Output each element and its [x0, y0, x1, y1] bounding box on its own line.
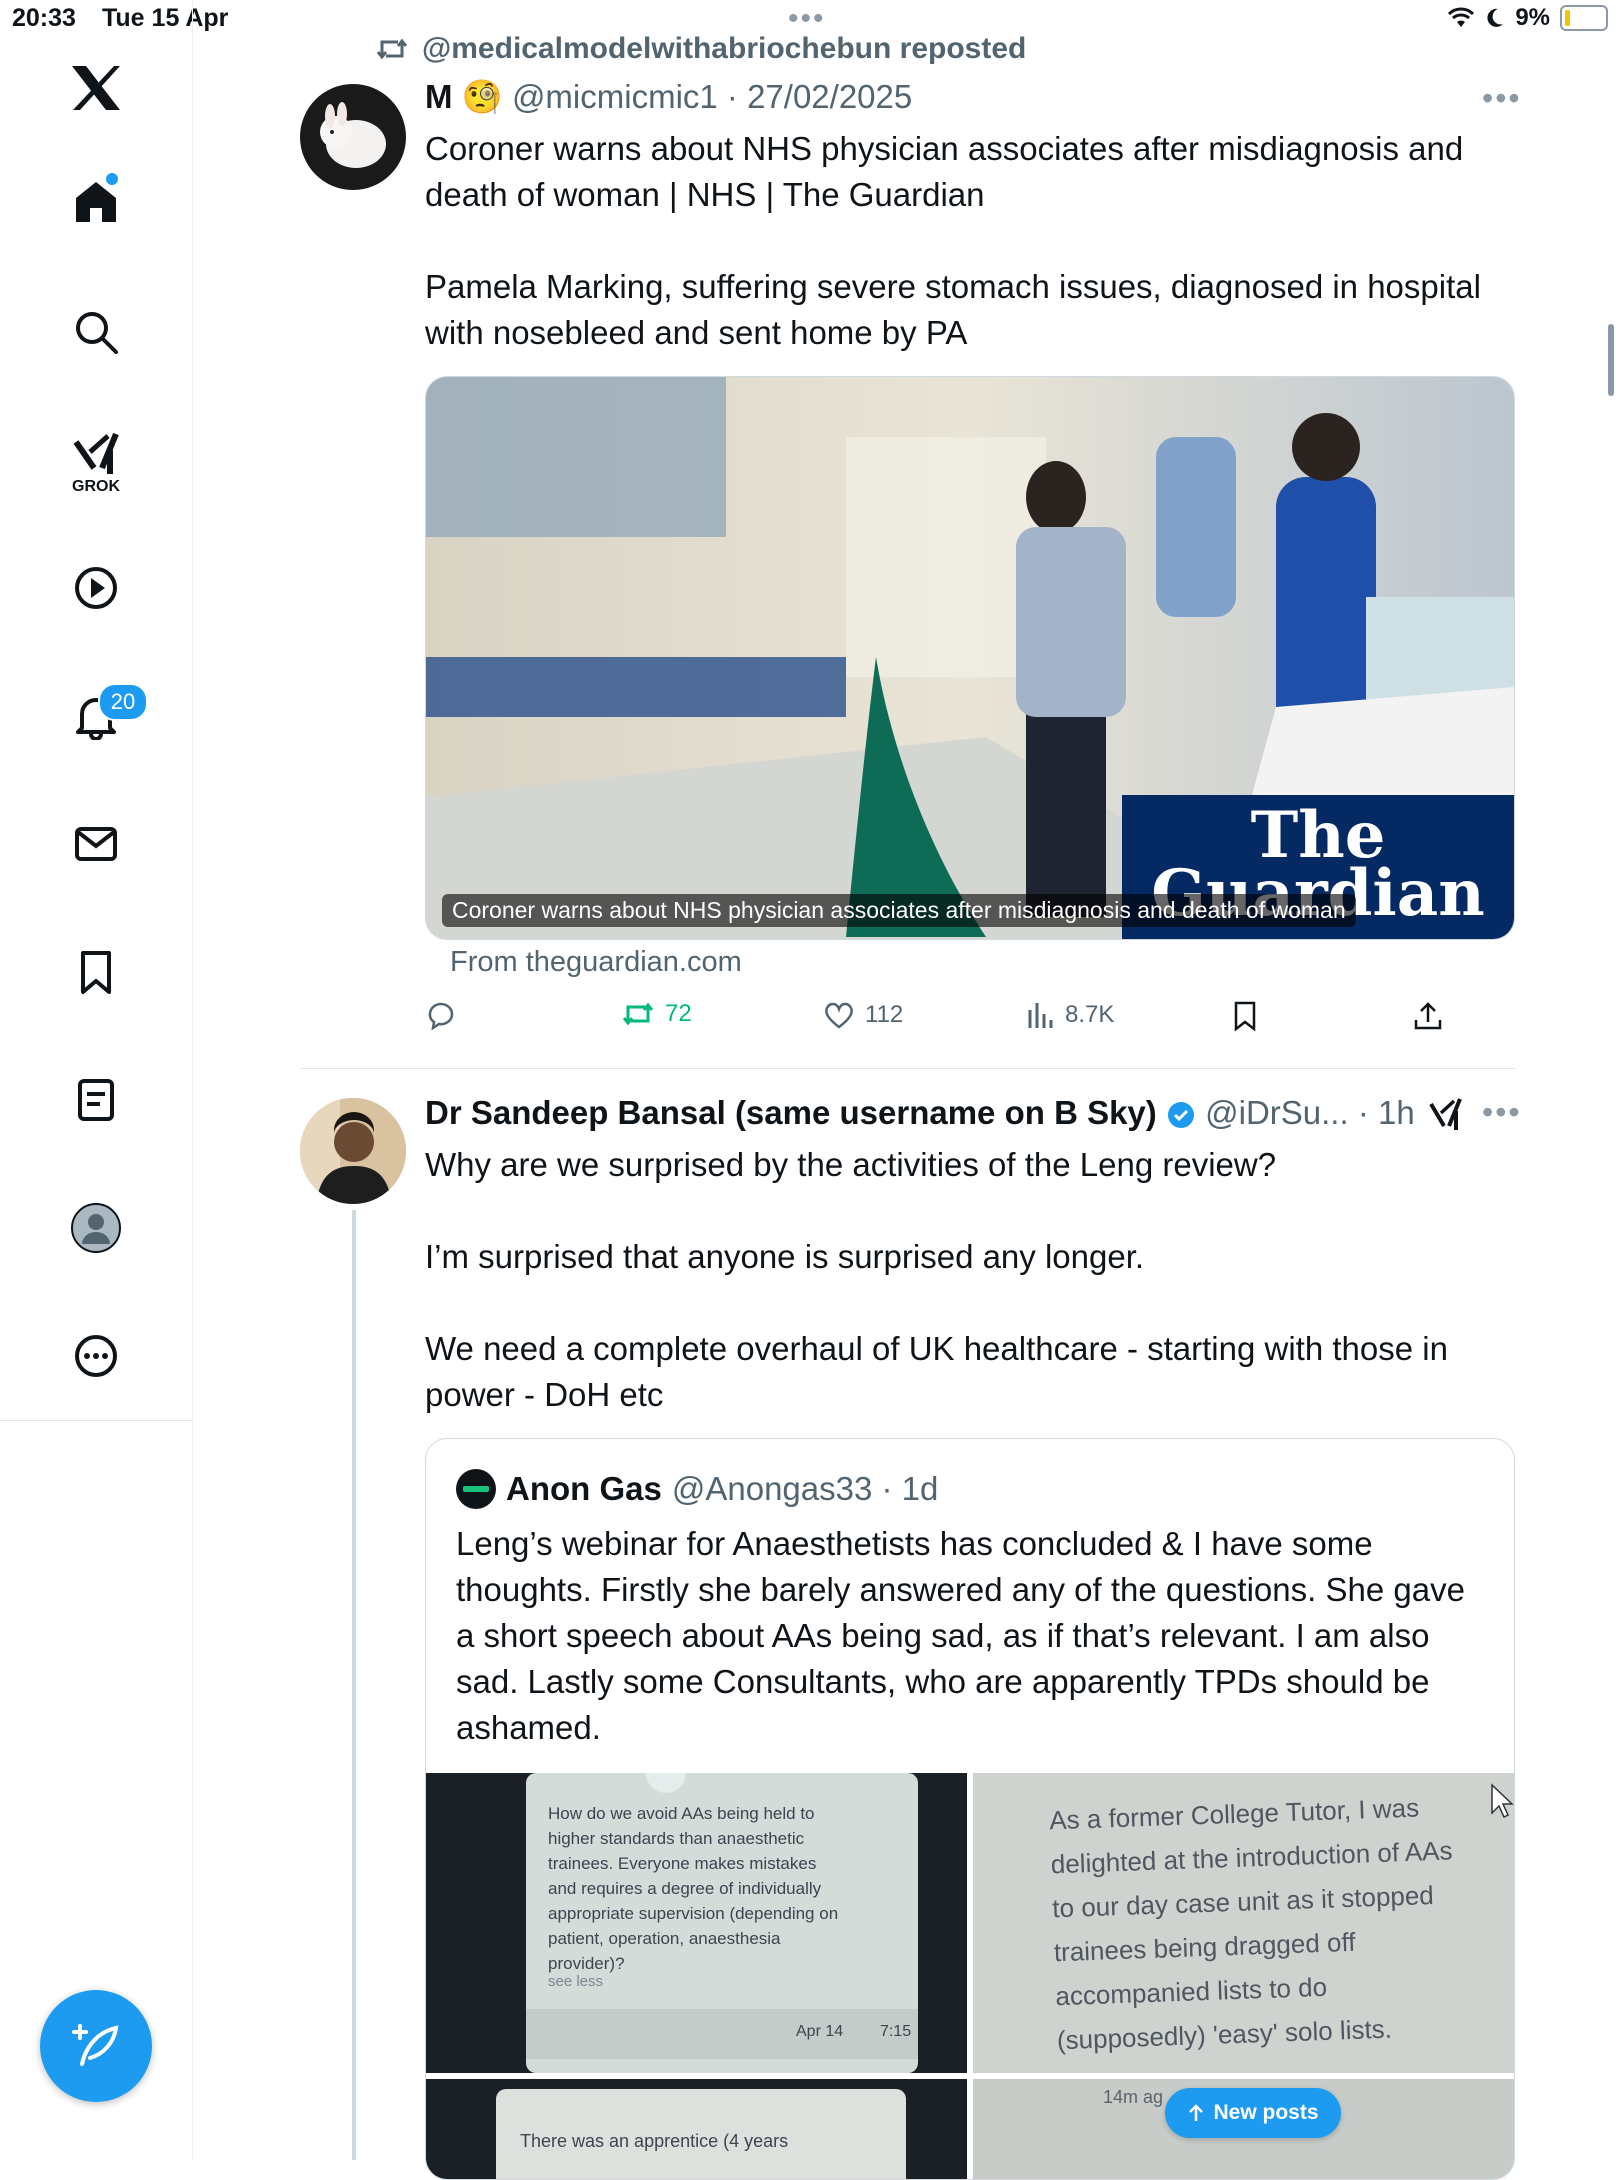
quote-author-name[interactable]: Anon Gas: [506, 1470, 662, 1508]
sidebar: GROK 20: [0, 0, 193, 2160]
reply-icon: [428, 1002, 454, 1030]
views-button[interactable]: 8.7K: [1025, 1000, 1114, 1030]
arrow-up-icon: [1189, 2104, 1204, 2121]
tweet-divider: [300, 1068, 1516, 1069]
quote-handle-time[interactable]: @Anongas33 · 1d: [672, 1470, 939, 1508]
views-chart-icon: [1028, 1003, 1053, 1028]
card-source[interactable]: From theguardian.com: [450, 946, 742, 979]
bookmark-icon: [1234, 1001, 1256, 1032]
tweet-actions: 72 112 8.7K: [425, 1000, 1515, 1044]
link-card[interactable]: The Guardian Coroner warns about NHS phy…: [425, 376, 1515, 940]
timeline[interactable]: @medicalmodelwithabriochebun reposted M …: [192, 0, 1620, 2180]
profile-avatar-icon[interactable]: [60, 1192, 132, 1264]
reposted-by-text[interactable]: @medicalmodelwithabriochebun reposted: [422, 32, 1026, 66]
screenshot-text: There was an apprentice (4 years: [520, 2131, 789, 2151]
cursor-icon: [1491, 1783, 1514, 1819]
scrollbar[interactable]: [1608, 324, 1614, 396]
verified-badge-icon: [1167, 1102, 1194, 1129]
quote-image-2[interactable]: As a former College Tutor, I was delight…: [973, 1773, 1514, 2073]
quote-header: Anon Gas @Anongas33 · 1d: [456, 1469, 938, 1509]
grok-explain-icon[interactable]: [1428, 1096, 1464, 1137]
view-count: 8.7K: [1065, 1001, 1115, 1028]
tweet-more-icon[interactable]: •••: [1482, 80, 1522, 117]
card-caption: Coroner warns about NHS physician associ…: [442, 894, 1356, 927]
heart-icon: [825, 1002, 853, 1029]
messages-mail-icon[interactable]: [60, 808, 132, 880]
quote-image-1[interactable]: How do we avoid AAs being held to higher…: [426, 1773, 967, 2073]
home-unread-dot: [106, 173, 118, 185]
author-handle-date[interactable]: @micmicmic1 · 27/02/2025: [512, 78, 912, 115]
avatar[interactable]: [300, 84, 406, 190]
quote-image-3[interactable]: There was an apprentice (4 years: [426, 2079, 967, 2179]
notifications-badge: 20: [98, 683, 148, 721]
like-count: 112: [865, 1001, 904, 1028]
video-play-icon[interactable]: [60, 552, 132, 624]
quote-avatar[interactable]: [456, 1469, 496, 1509]
sidebar-divider: [0, 1420, 192, 1421]
search-icon[interactable]: [60, 296, 132, 368]
retweet-count: 72: [665, 1000, 692, 1027]
share-button[interactable]: [1413, 1000, 1443, 1032]
screenshot-date: Apr 14: [796, 2023, 844, 2040]
tweet-text: Why are we surprised by the activities o…: [425, 1146, 1448, 1413]
author-handle-time[interactable]: @iDrSu... · 1h: [1205, 1094, 1415, 1131]
quote-text: Leng’s webinar for Anaesthetists has con…: [456, 1525, 1465, 1746]
tweet-more-icon[interactable]: •••: [1482, 1094, 1522, 1131]
author-name[interactable]: M: [425, 78, 453, 115]
screenshot-text: 14m ag: [1103, 2087, 1164, 2107]
more-options-icon[interactable]: [60, 1320, 132, 1392]
author-name[interactable]: Dr Sandeep Bansal (same username on B Sk…: [425, 1094, 1157, 1131]
see-less-text: see less: [548, 1973, 604, 1990]
avatar[interactable]: [300, 1098, 406, 1204]
share-icon: [1414, 1002, 1442, 1030]
compose-feather-icon: [72, 2024, 119, 2066]
screenshot-time: 7:15: [880, 2023, 912, 2040]
bookmarks-icon[interactable]: [60, 936, 132, 1008]
new-posts-label: New posts: [1213, 2101, 1319, 2124]
grok-label: GROK: [72, 478, 120, 495]
repost-icon: [376, 38, 408, 60]
retweet-button[interactable]: 72: [621, 1000, 692, 1028]
bookmark-button[interactable]: [1231, 1000, 1259, 1032]
thread-connector: [352, 1210, 356, 2160]
screenshot-question-text: How do we avoid AAs being held to higher…: [548, 1804, 839, 1973]
compose-post-button[interactable]: [40, 1990, 152, 2102]
reply-button[interactable]: [425, 1000, 457, 1030]
home-icon[interactable]: [60, 166, 132, 238]
tweet-header: M 🧐 @micmicmic1 · 27/02/2025: [425, 78, 912, 117]
tweet-header: Dr Sandeep Bansal (same username on B Sk…: [425, 1094, 1415, 1132]
tweet-text: Coroner warns about NHS physician associ…: [425, 130, 1481, 351]
repost-indicator: @medicalmodelwithabriochebun reposted: [376, 32, 1026, 66]
screenshot-comment-text: As a former College Tutor, I was delight…: [1048, 1792, 1453, 2056]
like-button[interactable]: 112: [823, 1000, 903, 1030]
author-emoji: 🧐: [461, 78, 503, 115]
quoted-tweet[interactable]: Anon Gas @Anongas33 · 1d Leng’s webinar …: [425, 1438, 1515, 2180]
x-logo-icon[interactable]: [60, 52, 132, 124]
new-posts-pill[interactable]: New posts: [1165, 2088, 1341, 2138]
lists-icon[interactable]: [60, 1064, 132, 1136]
retweet-icon: [622, 1002, 654, 1026]
